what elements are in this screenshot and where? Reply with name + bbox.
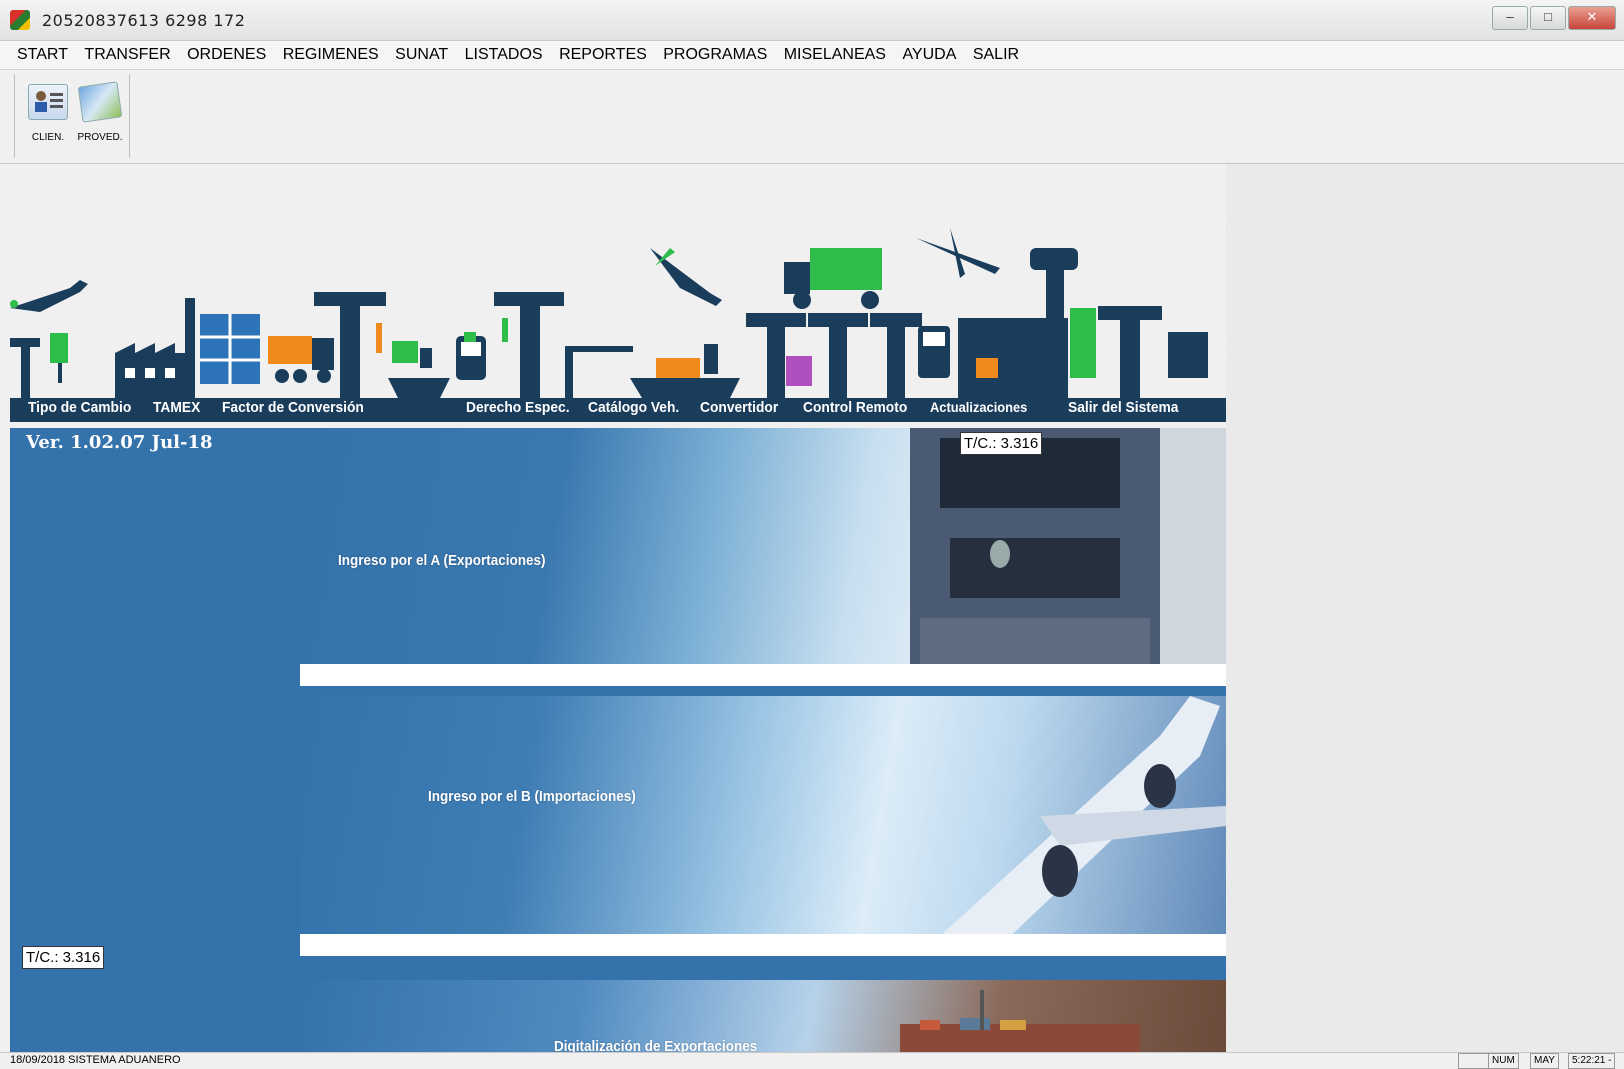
digitalization-label[interactable]: Digitalización de Exportaciones xyxy=(554,1038,757,1052)
logistics-illustration xyxy=(10,228,1208,398)
menu-listados[interactable]: LISTADOS xyxy=(459,41,549,69)
app-icon xyxy=(10,10,30,30)
close-button[interactable]: ✕ xyxy=(1568,6,1616,30)
clients-icon xyxy=(28,84,68,120)
banner-tipo-de-cambio[interactable]: Tipo de Cambio xyxy=(28,399,131,416)
right-empty-panel xyxy=(1226,164,1624,1052)
minimize-button[interactable]: – xyxy=(1492,6,1528,30)
shortcut-banner: Tipo de Cambio TAMEX Factor de Conversió… xyxy=(10,208,1226,422)
divider-bar-2 xyxy=(300,934,1226,956)
providers-button[interactable]: PROVED. xyxy=(75,78,125,152)
providers-icon xyxy=(77,81,123,123)
exports-panel[interactable]: T/C.: 3.316 Ingreso por el A (Exportacio… xyxy=(300,428,1226,664)
banner-factor-conversion[interactable]: Factor de Conversión xyxy=(222,399,364,416)
banner-actualizaciones[interactable]: Actualizaciones xyxy=(930,399,1027,415)
clients-label: CLIEN. xyxy=(31,132,65,143)
exports-label[interactable]: Ingreso por el A (Exportaciones) xyxy=(338,552,546,569)
imports-panel[interactable]: Ingreso por el B (Importaciones) xyxy=(300,696,1226,946)
clients-button[interactable]: CLIEN. xyxy=(23,78,73,152)
window-title: 20520837613 6298 172 xyxy=(42,11,246,30)
window-title-bar: 20520837613 6298 172 – □ ✕ xyxy=(0,0,1624,41)
menu-ordenes[interactable]: ORDENES xyxy=(181,41,272,69)
menu-miselaneas[interactable]: MISELANEAS xyxy=(778,41,892,69)
providers-label: PROVED. xyxy=(77,132,123,143)
imports-label[interactable]: Ingreso por el B (Importaciones) xyxy=(428,788,636,805)
status-bar: 18/09/2018 SISTEMA ADUANERO NUM MAY 5:22… xyxy=(0,1052,1624,1069)
main-panel: Ver. 1.02.07 Jul-18 T/C.: 3.316 Ingreso … xyxy=(10,428,1226,1052)
status-text: 18/09/2018 SISTEMA ADUANERO xyxy=(10,1054,181,1066)
banner-convertidor[interactable]: Convertidor xyxy=(700,399,778,416)
banner-derecho-espec[interactable]: Derecho Espec. xyxy=(466,399,570,416)
truck-image xyxy=(910,428,1226,664)
menu-salir[interactable]: SALIR xyxy=(967,41,1025,69)
divider-bar-1 xyxy=(300,664,1226,686)
maximize-button[interactable]: □ xyxy=(1530,6,1566,30)
menu-transfer[interactable]: TRANSFER xyxy=(78,41,176,69)
toolbar-group: CLIEN. PROVED. xyxy=(14,74,130,158)
menu-sunat[interactable]: SUNAT xyxy=(389,41,454,69)
banner-salir-del-sistema[interactable]: Salir del Sistema xyxy=(1068,399,1178,416)
menu-reportes[interactable]: REPORTES xyxy=(553,41,653,69)
menu-bar: START TRANSFER ORDENES REGIMENES SUNAT L… xyxy=(0,41,1624,70)
exchange-rate-badge-top: T/C.: 3.316 xyxy=(960,432,1043,455)
plane-image xyxy=(940,696,1226,946)
banner-tamex[interactable]: TAMEX xyxy=(153,399,200,416)
port-image xyxy=(900,990,1140,1052)
menu-regimenes[interactable]: REGIMENES xyxy=(277,41,385,69)
window-controls: – □ ✕ xyxy=(1492,6,1616,30)
menu-start[interactable]: START xyxy=(0,41,74,69)
banner-control-remoto[interactable]: Control Remoto xyxy=(803,399,907,416)
exchange-rate-badge-bottom: T/C.: 3.316 xyxy=(22,946,105,969)
menu-programas[interactable]: PROGRAMAS xyxy=(657,41,773,69)
menu-ayuda[interactable]: AYUDA xyxy=(896,41,962,69)
toolbar: CLIEN. PROVED. xyxy=(0,70,1624,164)
version-label: Ver. 1.02.07 Jul-18 xyxy=(26,432,213,453)
digitalization-panel[interactable]: Digitalización de Exportaciones xyxy=(300,980,1226,1052)
banner-catalogo-veh[interactable]: Catálogo Veh. xyxy=(588,399,679,416)
